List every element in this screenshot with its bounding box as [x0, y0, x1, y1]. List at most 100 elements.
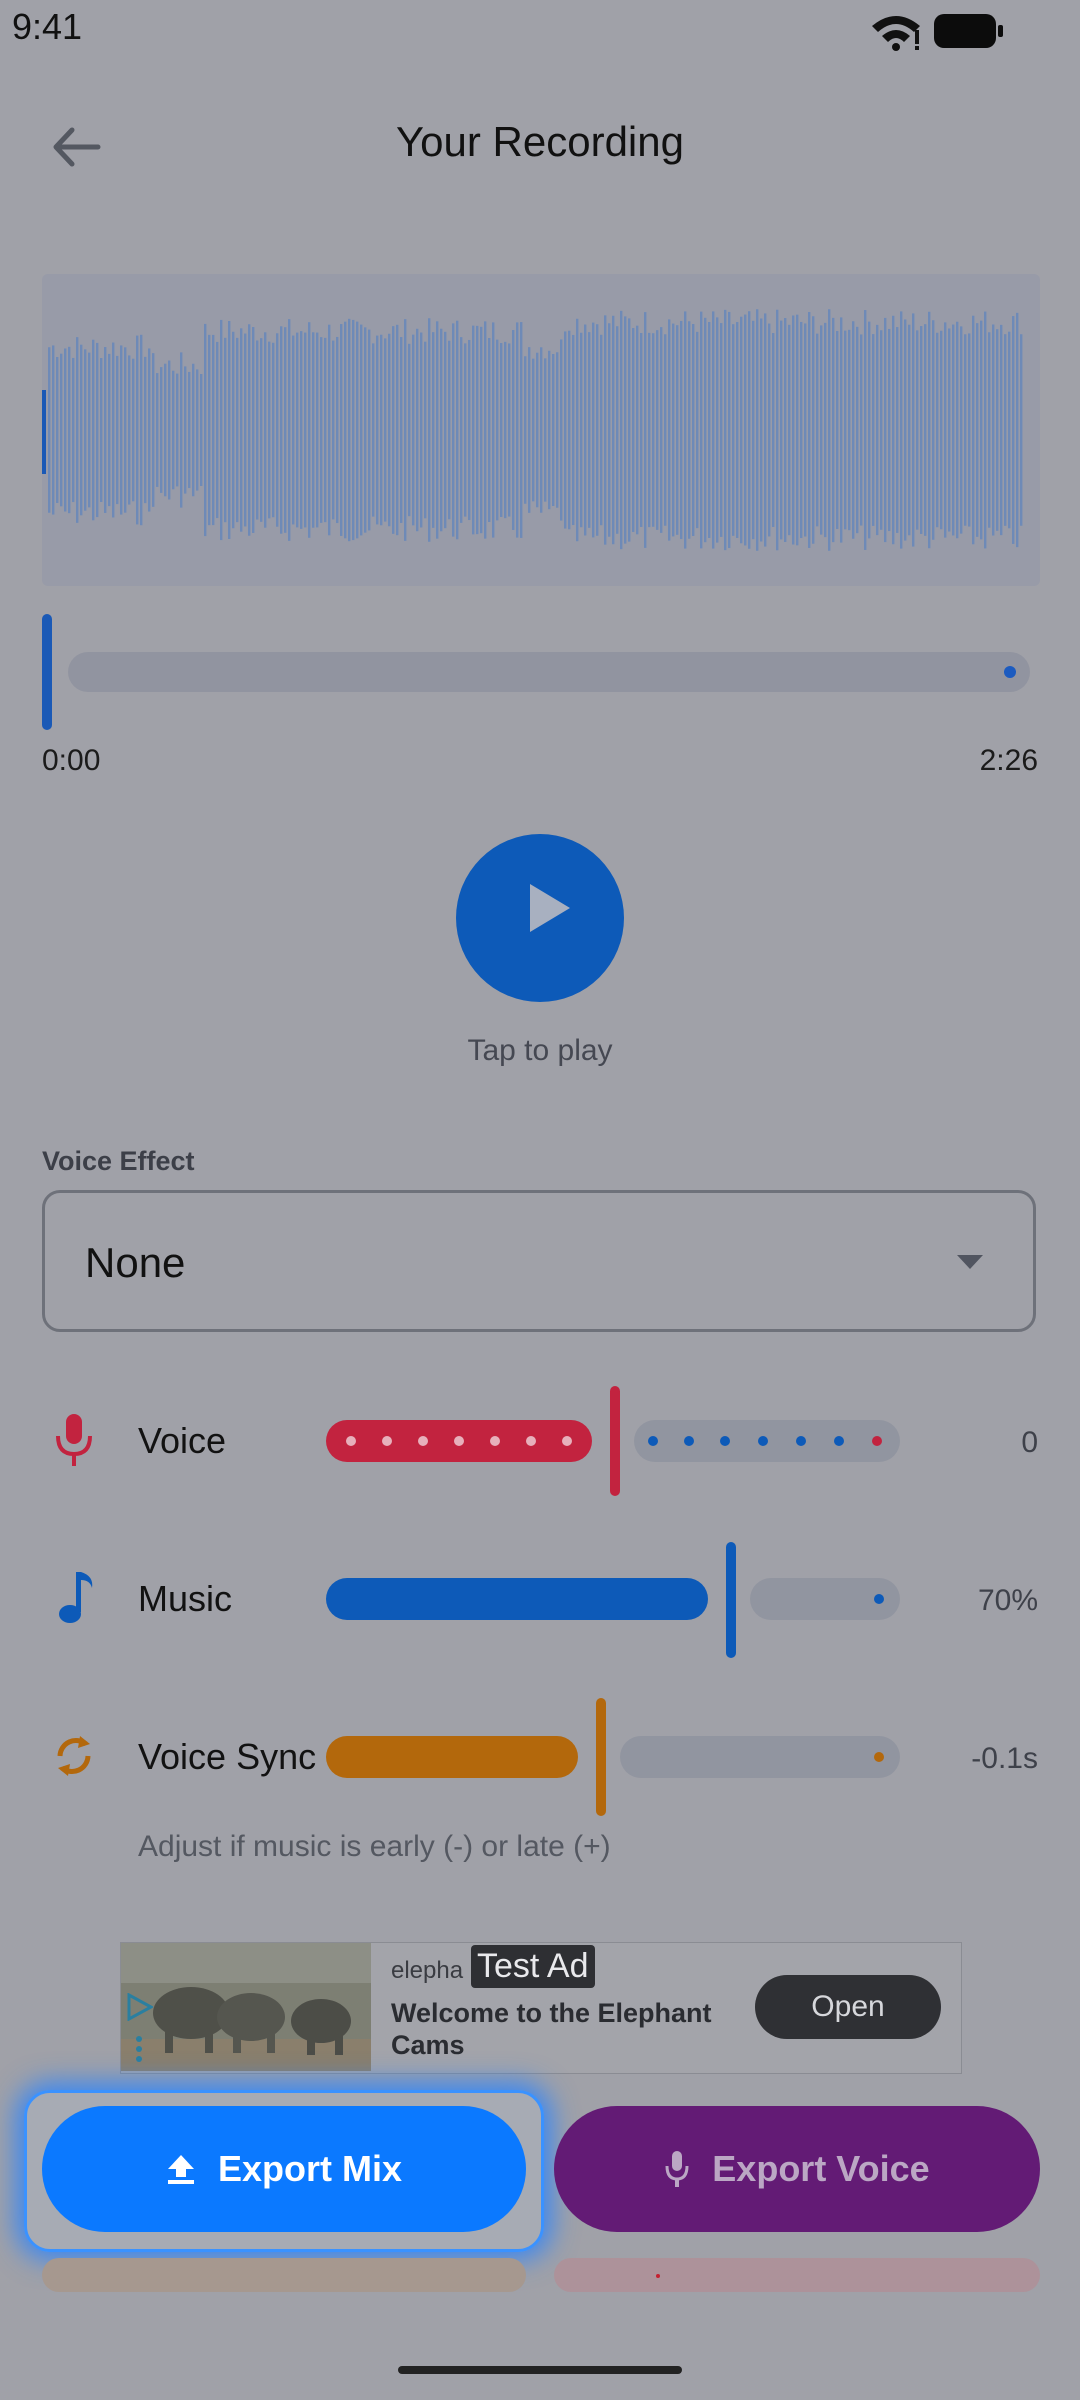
voice-sync-slider[interactable] — [326, 1698, 900, 1816]
elephants-image — [121, 1943, 371, 2071]
waveform-bar — [632, 328, 635, 532]
waveform-bar — [220, 319, 223, 541]
voice-slider-tick — [648, 1436, 658, 1446]
waveform-bar — [816, 333, 819, 527]
waveform-bar — [968, 333, 971, 527]
waveform-bar — [888, 328, 891, 532]
waveform-bar — [904, 319, 907, 541]
waveform-panel[interactable] — [42, 274, 1040, 586]
waveform-bar — [192, 363, 195, 497]
waveform-bar — [364, 327, 367, 533]
voice-slider[interactable] — [326, 1386, 900, 1496]
waveform-bar — [204, 323, 207, 537]
play-icon — [530, 884, 570, 932]
export-voice-button[interactable]: Export Voice — [554, 2106, 1040, 2232]
waveform-bar — [788, 324, 791, 536]
voice-slider-tick — [454, 1436, 464, 1446]
waveform-bar — [184, 366, 187, 494]
waveform-bar — [332, 340, 335, 520]
waveform-bar — [432, 332, 435, 528]
voice-slider-tick — [490, 1436, 500, 1446]
voice-sync-slider-thumb[interactable] — [596, 1698, 606, 1816]
waveform-bar — [920, 326, 923, 534]
voice-sync-slider-fill — [326, 1736, 578, 1778]
voice-sync-slider-track — [620, 1736, 900, 1778]
waveform-bar — [592, 322, 595, 538]
waveform-bar — [576, 318, 579, 542]
waveform-bar — [356, 321, 359, 539]
waveform-bar — [140, 334, 143, 526]
export-mix-button[interactable]: Export Mix — [42, 2106, 526, 2232]
waveform-bar — [784, 318, 787, 542]
waveform-bar — [572, 334, 575, 526]
ad-choices-icon[interactable] — [125, 1993, 153, 2021]
waveform-bar — [644, 312, 647, 548]
play-button[interactable] — [456, 834, 624, 1002]
waveform-bar — [472, 325, 475, 535]
waveform-bar — [700, 311, 703, 549]
waveform-bar — [168, 360, 171, 500]
waveform-bar — [316, 332, 319, 528]
ad-image[interactable] — [121, 1943, 371, 2071]
waveform-bar — [156, 373, 159, 487]
waveform-bar — [448, 340, 451, 520]
waveform-bar — [412, 334, 415, 526]
waveform-bar — [868, 321, 871, 539]
playhead-cursor[interactable] — [42, 614, 52, 730]
ad-banner[interactable]: elepha Test Ad Welcome to the Elephant C… — [120, 1942, 962, 2074]
waveform-bar — [596, 324, 599, 536]
waveform-bar — [652, 333, 655, 527]
waveform-bar — [972, 315, 975, 545]
waveform-bar — [308, 322, 311, 538]
progress-track[interactable] — [68, 652, 1030, 692]
voice-sync-hint: Adjust if music is early (-) or late (+) — [138, 1830, 611, 1863]
waveform-bar — [944, 322, 947, 538]
waveform-bar — [132, 358, 135, 502]
music-value: 70% — [977, 1584, 1038, 1617]
voice-slider-thumb[interactable] — [610, 1386, 620, 1496]
waveform-bar — [176, 373, 179, 487]
waveform-bar — [948, 328, 951, 532]
waveform-bar — [900, 311, 903, 549]
waveform-bar — [760, 318, 763, 542]
waveform-bar — [548, 350, 551, 510]
waveform-bar — [928, 311, 931, 549]
waveform-bar — [916, 330, 919, 530]
microphone-icon — [665, 2151, 689, 2187]
ad-brand: elepha — [391, 1957, 464, 1984]
waveform-bar — [116, 355, 119, 505]
home-indicator[interactable] — [398, 2366, 682, 2374]
waveform-bar — [808, 312, 811, 548]
waveform-bar — [960, 326, 963, 534]
music-slider[interactable] — [326, 1542, 900, 1658]
ad-open-button[interactable]: Open — [755, 1975, 941, 2039]
waveform-bar — [320, 337, 323, 523]
waveform-bar — [676, 325, 679, 535]
waveform-bar — [584, 324, 587, 536]
voice-effect-dropdown[interactable]: None — [42, 1190, 1036, 1332]
waveform-bar — [84, 349, 87, 511]
waveform-bar — [796, 314, 799, 546]
waveform-bar — [292, 335, 295, 525]
waveform-bar — [692, 324, 695, 536]
waveform-bar — [48, 347, 51, 513]
music-slider-thumb[interactable] — [726, 1542, 736, 1658]
waveform-bar — [560, 339, 563, 521]
waveform-bar — [488, 338, 491, 522]
waveform-bar — [984, 311, 987, 549]
waveform-bar — [492, 322, 495, 538]
waveform-bar — [96, 342, 99, 518]
waveform-bar — [376, 335, 379, 525]
waveform-bar — [824, 322, 827, 538]
music-note-icon — [59, 1572, 93, 1623]
waveform-bar — [120, 345, 123, 515]
waveform-bar — [64, 348, 67, 512]
voice-value: 0 — [1021, 1426, 1038, 1459]
ad-headline[interactable]: Welcome to the Elephant Cams — [391, 1997, 731, 2061]
waveform-bar — [484, 321, 487, 539]
ad-more-icon[interactable] — [135, 2035, 143, 2063]
waveform-bar — [232, 331, 235, 529]
waveform-bar — [628, 318, 631, 542]
voice-sync-value: -0.1s — [971, 1742, 1038, 1775]
waveform-bar — [656, 330, 659, 530]
